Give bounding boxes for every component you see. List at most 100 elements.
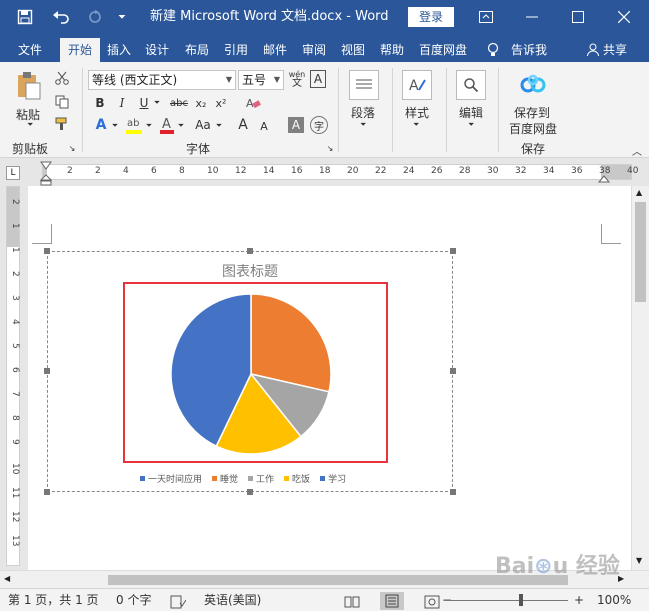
lightbulb-icon[interactable] <box>484 38 502 62</box>
scroll-left-icon[interactable]: ◀ <box>4 574 10 583</box>
tab-baidu-netdisk[interactable]: 百度网盘 <box>414 38 472 62</box>
redo-icon[interactable] <box>86 0 104 34</box>
resize-handle[interactable] <box>450 489 456 495</box>
paste-dropdown-icon[interactable]: ⏷ <box>27 120 33 130</box>
shrink-font-button[interactable]: A <box>258 118 270 134</box>
resize-handle[interactable] <box>450 368 456 374</box>
share-button[interactable]: 共享 <box>600 38 630 62</box>
resize-handle[interactable] <box>44 489 50 495</box>
web-layout-icon[interactable] <box>424 594 440 609</box>
tab-view[interactable]: 视图 <box>336 38 370 62</box>
read-mode-icon[interactable] <box>344 594 360 608</box>
copy-icon[interactable] <box>54 94 70 110</box>
proofing-icon[interactable] <box>170 594 187 609</box>
tab-design[interactable]: 设计 <box>140 38 174 62</box>
underline-dropdown-icon[interactable]: ⏷ <box>152 94 162 112</box>
ribbon: 粘贴 ⏷ 剪贴板 ↘ 等线 (西文正文) ▼ 五号 ▼ wén 文 A B I … <box>0 62 649 158</box>
tab-references[interactable]: 引用 <box>219 38 253 62</box>
zoom-slider[interactable] <box>448 600 568 601</box>
collapse-ribbon-icon[interactable]: ︿ <box>630 144 644 158</box>
paragraph-icon[interactable] <box>349 70 379 100</box>
tell-me-search[interactable]: 告诉我 <box>506 38 552 62</box>
clipboard-launcher-icon[interactable]: ↘ <box>66 142 78 154</box>
tab-home[interactable]: 开始 <box>60 38 100 62</box>
vertical-ruler[interactable]: 2 1 1 2 3 4 5 6 7 8 9 10 11 12 13 <box>6 186 20 566</box>
first-line-indent-icon[interactable] <box>40 160 52 174</box>
editing-label[interactable]: 编辑 <box>459 104 483 121</box>
scrollbar-thumb[interactable] <box>635 202 646 302</box>
zoom-level[interactable]: 100% <box>597 589 631 611</box>
character-border-button[interactable]: A <box>310 70 326 88</box>
change-case-button[interactable]: Aa <box>192 116 214 134</box>
chart-title[interactable]: 图表标题 <box>48 261 452 281</box>
page-count[interactable]: 第 1 页，共 1 页 <box>8 589 99 611</box>
paste-icon[interactable] <box>14 70 44 102</box>
format-painter-icon[interactable] <box>54 116 70 132</box>
paragraph-label[interactable]: 段落 <box>351 104 375 121</box>
save-icon[interactable] <box>14 0 36 34</box>
character-shading-button[interactable]: A <box>288 117 304 133</box>
font-color-icon[interactable]: A <box>158 114 176 136</box>
zoom-slider-thumb[interactable] <box>519 594 523 606</box>
cut-icon[interactable] <box>54 70 70 86</box>
font-name-select[interactable]: 等线 (西文正文) ▼ <box>88 70 236 90</box>
maximize-icon[interactable] <box>555 0 601 34</box>
clear-formatting-icon[interactable]: A <box>244 94 262 112</box>
resize-handle[interactable] <box>247 248 253 254</box>
strikethrough-button[interactable]: abc <box>168 94 190 112</box>
scroll-up-icon[interactable]: ▲ <box>636 188 642 197</box>
paragraph-dropdown-icon[interactable]: ⏷ <box>360 120 366 130</box>
phonetic-guide-button[interactable]: wén 文 <box>288 68 306 90</box>
change-case-dropdown-icon[interactable]: ⏷ <box>214 118 224 134</box>
styles-icon[interactable]: A <box>402 70 432 100</box>
resize-handle[interactable] <box>450 248 456 254</box>
tab-layout[interactable]: 布局 <box>180 38 214 62</box>
grow-font-button[interactable]: A <box>236 116 250 134</box>
subscript-button[interactable]: x₂ <box>192 94 210 112</box>
tab-insert[interactable]: 插入 <box>102 38 136 62</box>
highlight-icon[interactable]: ab <box>124 114 144 136</box>
zoom-in-button[interactable]: + <box>574 589 584 611</box>
font-color-dropdown-icon[interactable]: ⏷ <box>176 118 186 134</box>
styles-dropdown-icon[interactable]: ⏷ <box>413 120 419 130</box>
save-to-label-line1[interactable]: 保存到 <box>514 104 550 121</box>
chart-legend[interactable]: 一天时间应用 睡觉 工作 吃饭 学习 <box>140 471 346 485</box>
text-effects-button[interactable]: A <box>92 116 110 134</box>
baidu-netdisk-icon[interactable] <box>518 70 548 100</box>
enclose-characters-button[interactable]: 字 <box>310 116 328 134</box>
resize-handle[interactable] <box>44 368 50 374</box>
horizontal-ruler[interactable]: 2 2 4 6 8 10 12 14 16 18 20 22 24 26 28 30 32 34 36 38 40 <box>42 164 638 180</box>
resize-handle[interactable] <box>247 489 253 495</box>
scroll-down-icon[interactable]: ▼ <box>636 556 642 565</box>
tab-file[interactable]: 文件 <box>8 38 52 62</box>
text-effects-dropdown-icon[interactable]: ⏷ <box>110 118 120 134</box>
search-icon[interactable] <box>456 70 486 100</box>
tab-stop-selector[interactable]: L <box>6 166 20 180</box>
ruler-tick-label: 11 <box>10 487 20 499</box>
bold-button[interactable]: B <box>92 94 108 112</box>
superscript-button[interactable]: x² <box>212 94 230 112</box>
highlight-dropdown-icon[interactable]: ⏷ <box>144 118 154 134</box>
ribbon-display-icon[interactable] <box>463 0 509 34</box>
font-size-select[interactable]: 五号 ▼ <box>238 70 284 90</box>
font-launcher-icon[interactable]: ↘ <box>324 142 336 154</box>
tab-review[interactable]: 审阅 <box>297 38 331 62</box>
minimize-icon[interactable] <box>509 0 555 34</box>
login-button[interactable]: 登录 <box>408 7 454 27</box>
word-count[interactable]: 0 个字 <box>116 589 151 611</box>
close-icon[interactable] <box>601 0 647 34</box>
save-to-label-line2[interactable]: 百度网盘 <box>509 120 557 137</box>
resize-handle[interactable] <box>44 248 50 254</box>
vertical-scrollbar[interactable]: ▲ ▼ <box>631 186 649 570</box>
undo-icon[interactable] <box>48 0 76 34</box>
underline-button[interactable]: U <box>136 94 152 112</box>
print-layout-icon[interactable] <box>380 592 404 610</box>
tab-mailings[interactable]: 邮件 <box>258 38 292 62</box>
language[interactable]: 英语(美国) <box>204 589 261 611</box>
italic-button[interactable]: I <box>114 94 130 112</box>
tab-help[interactable]: 帮助 <box>375 38 409 62</box>
ruler-tick-label: 3 <box>10 295 20 301</box>
styles-label[interactable]: 样式 <box>405 104 429 121</box>
customize-qa-icon[interactable]: ⏷ <box>114 0 130 34</box>
editing-dropdown-icon[interactable]: ⏷ <box>468 120 474 130</box>
